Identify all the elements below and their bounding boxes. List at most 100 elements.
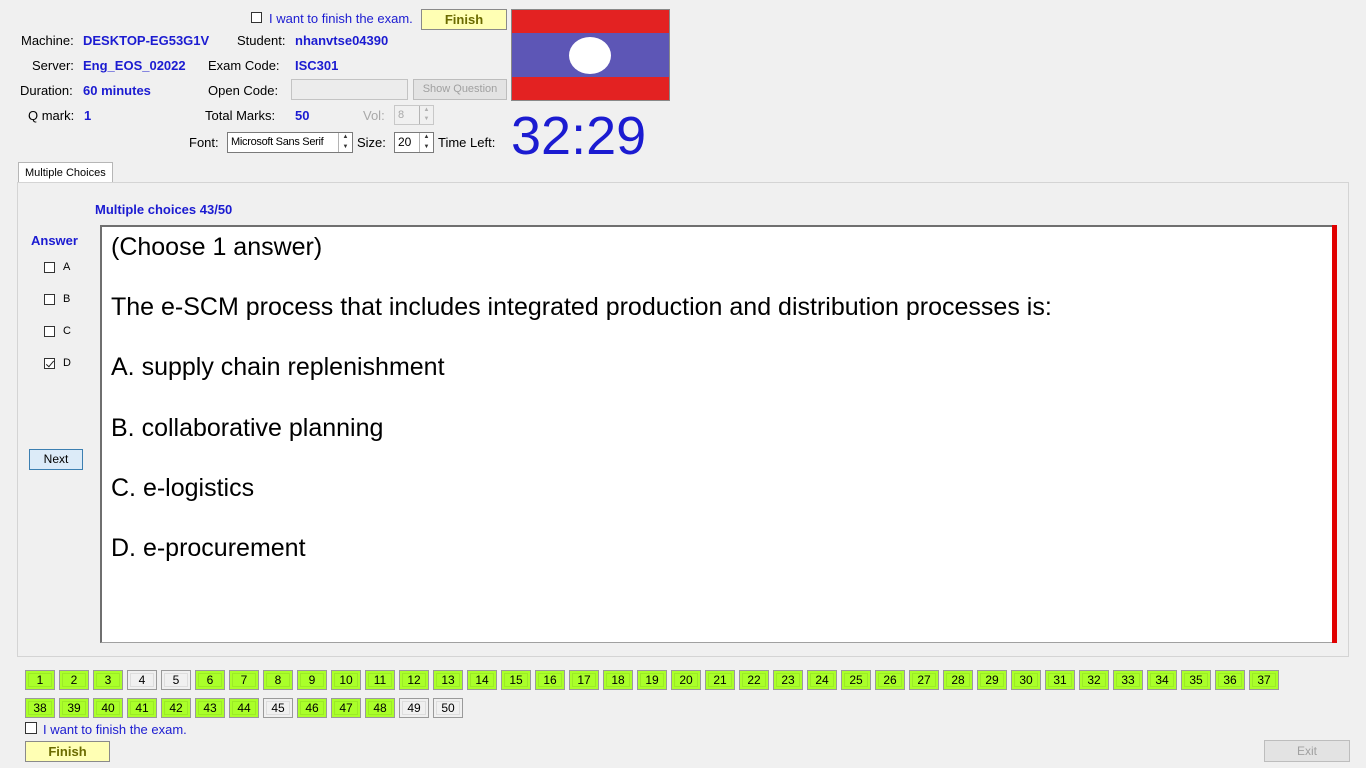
answer-a-label: A [63,261,71,273]
student-value: nhanvtse04390 [295,33,389,48]
question-nav-button[interactable]: 14 [467,670,497,690]
question-nav-button[interactable]: 35 [1181,670,1211,690]
question-nav-button[interactable]: 38 [25,698,55,718]
question-nav-button[interactable]: 32 [1079,670,1109,690]
question-nav-button[interactable]: 20 [671,670,701,690]
question-nav-button[interactable]: 31 [1045,670,1075,690]
size-spinner[interactable]: 20 ▲ ▼ [394,132,434,153]
question-nav-button[interactable]: 10 [331,670,361,690]
finish-button-bottom[interactable]: Finish [25,741,110,762]
question-nav-button[interactable]: 21 [705,670,735,690]
time-left-label: Time Left: [438,135,496,150]
question-nav-button[interactable]: 28 [943,670,973,690]
answer-c-label: C [63,325,71,337]
finish-button-top[interactable]: Finish [421,9,507,30]
finish-exam-label-top: I want to finish the exam. [269,11,413,26]
question-nav-button[interactable]: 26 [875,670,905,690]
question-nav-button[interactable]: 45 [263,698,293,718]
machine-value: DESKTOP-EG53G1V [83,33,210,48]
spinner-up-icon: ▲ [423,107,430,113]
open-code-label: Open Code: [208,83,279,98]
question-nav-button[interactable]: 18 [603,670,633,690]
question-nav-button[interactable]: 3 [93,670,123,690]
question-nav-button[interactable]: 25 [841,670,871,690]
question-nav-button[interactable]: 4 [127,670,157,690]
duration-value: 60 minutes [83,83,151,98]
font-selector[interactable]: Microsoft Sans Serif ▲ ▼ [227,132,353,153]
question-nav-button[interactable]: 17 [569,670,599,690]
answer-header: Answer [31,233,78,248]
question-nav-button[interactable]: 6 [195,670,225,690]
open-code-input[interactable] [291,79,408,100]
answer-d-checkbox[interactable] [44,358,55,369]
vol-spinner[interactable]: 8 ▲ ▼ [394,105,434,125]
finish-exam-checkbox-top[interactable] [251,12,262,23]
question-nav-button[interactable]: 43 [195,698,225,718]
size-value: 20 [398,135,412,149]
server-label: Server: [32,58,74,73]
qmark-value: 1 [84,108,92,123]
student-label: Student: [237,33,286,48]
question-content: (Choose 1 answer) The e-SCM process that… [100,225,1334,643]
finish-exam-label-bottom: I want to finish the exam. [43,722,187,737]
question-nav-button[interactable]: 46 [297,698,327,718]
question-nav-button[interactable]: 48 [365,698,395,718]
question-nav-button[interactable]: 16 [535,670,565,690]
question-nav-button[interactable]: 39 [59,698,89,718]
answer-b-label: B [63,293,71,305]
vol-label: Vol: [363,108,385,123]
question-nav-button[interactable]: 44 [229,698,259,718]
question-nav-button[interactable]: 36 [1215,670,1245,690]
question-nav-button[interactable]: 40 [93,698,123,718]
question-nav-button[interactable]: 23 [773,670,803,690]
question-nav-button[interactable]: 30 [1011,670,1041,690]
question-nav-button[interactable]: 42 [161,698,191,718]
question-nav-button[interactable]: 5 [161,670,191,690]
question-nav-button[interactable]: 37 [1249,670,1279,690]
question-nav-button[interactable]: 41 [127,698,157,718]
question-nav-button[interactable]: 7 [229,670,259,690]
answer-b-checkbox[interactable] [44,294,55,305]
question-nav-button[interactable]: 1 [25,670,55,690]
question-nav-button[interactable]: 12 [399,670,429,690]
spinner-down-icon: ▼ [423,143,430,150]
question-nav-button[interactable]: 19 [637,670,667,690]
question-nav-button[interactable]: 50 [433,698,463,718]
question-nav-row-2: 38 39 40 41 42 43 44 45 46 47 48 49 50 [25,698,475,720]
answer-a-checkbox[interactable] [44,262,55,273]
question-nav-button[interactable]: 47 [331,698,361,718]
answer-c-checkbox[interactable] [44,326,55,337]
question-nav-button[interactable]: 13 [433,670,463,690]
qmark-label: Q mark: [28,108,75,123]
option-b-text: B. collaborative planning [111,414,384,442]
exam-code-value: ISC301 [295,58,339,73]
question-instruction: (Choose 1 answer) [111,233,323,261]
question-nav-button[interactable]: 9 [297,670,327,690]
total-marks-label: Total Marks: [205,108,276,123]
tab-multiple-choices[interactable]: Multiple Choices [18,162,113,183]
question-nav-button[interactable]: 49 [399,698,429,718]
question-nav-button[interactable]: 34 [1147,670,1177,690]
time-left-value: 32:29 [511,106,647,166]
exit-button[interactable]: Exit [1264,740,1350,762]
next-button[interactable]: Next [29,449,83,470]
question-nav-button[interactable]: 27 [909,670,939,690]
font-value: Microsoft Sans Serif [231,136,324,148]
question-nav-button[interactable]: 8 [263,670,293,690]
spinner-up-icon: ▲ [423,134,430,140]
spinner-down-icon: ▼ [423,116,430,122]
show-question-button[interactable]: Show Question [413,79,507,100]
answer-d-label: D [63,357,71,369]
machine-label: Machine: [21,33,74,48]
question-nav-button[interactable]: 29 [977,670,1007,690]
spinner-up-icon: ▲ [342,134,349,140]
duration-label: Duration: [20,83,73,98]
question-nav-button[interactable]: 15 [501,670,531,690]
question-nav-button[interactable]: 33 [1113,670,1143,690]
question-nav-button[interactable]: 24 [807,670,837,690]
question-nav-button[interactable]: 22 [739,670,769,690]
question-nav-button[interactable]: 2 [59,670,89,690]
flag-image [511,9,670,101]
question-nav-button[interactable]: 11 [365,670,395,690]
finish-exam-checkbox-bottom[interactable] [25,722,37,734]
